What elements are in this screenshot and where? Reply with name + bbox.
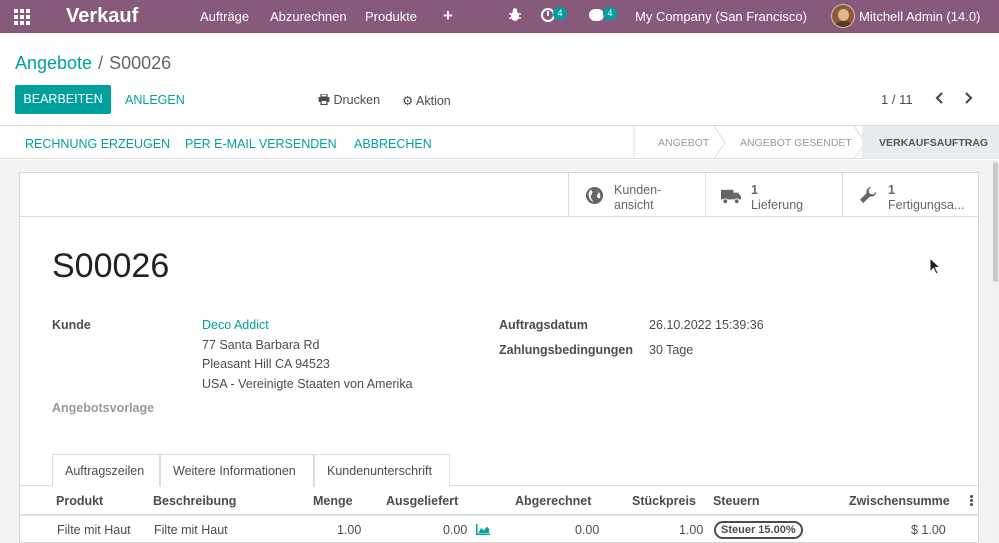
breadcrumb: Angebote / S00026 xyxy=(15,53,171,74)
top-navbar: Verkauf Aufträge Abzurechnen Produkte + … xyxy=(0,0,999,33)
cell-description: Filte mit Haut xyxy=(154,523,228,537)
breadcrumb-quotations-link[interactable]: Angebote xyxy=(15,53,92,73)
cell-unit-price: 1.00 xyxy=(679,523,704,537)
quotation-template-label: Angebotsvorlage xyxy=(52,401,155,415)
quick-create-plus-icon[interactable]: + xyxy=(443,6,453,26)
smart-button-box: Kunden- ansicht 1 Lieferung 1 Fertigungs… xyxy=(20,173,978,217)
column-taxes[interactable]: Steuern xyxy=(713,494,760,508)
scrollbar-thumb[interactable] xyxy=(993,162,998,282)
user-avatar[interactable] xyxy=(831,4,855,28)
customer-label: Kunde xyxy=(52,318,91,332)
delivery-count: 1 xyxy=(751,183,758,197)
form-sheet: Kunden- ansicht 1 Lieferung 1 Fertigungs… xyxy=(19,172,979,543)
customer-link[interactable]: Deco Addict xyxy=(202,318,269,332)
address-line-3: USA - Vereinigte Staaten von Amerika xyxy=(202,377,413,391)
menu-products[interactable]: Produkte xyxy=(365,9,417,24)
apps-menu-icon[interactable] xyxy=(14,9,32,25)
pager-next-chevron-right-icon[interactable] xyxy=(962,91,974,105)
order-date-value: 26.10.2022 15:39:36 xyxy=(649,318,764,332)
cell-invoiced: 0.00 xyxy=(575,523,600,537)
stage-quotation[interactable]: ANGEBOT xyxy=(658,137,709,149)
globe-icon xyxy=(585,186,604,205)
payment-terms-value: 30 Tage xyxy=(649,343,694,357)
cell-quantity: 1.00 xyxy=(337,523,362,537)
edit-button[interactable]: BEARBEITEN xyxy=(15,85,111,114)
cell-delivered: 0.00 xyxy=(443,523,468,537)
action-label: Aktion xyxy=(416,94,451,108)
tab-order-lines[interactable]: Auftragszeilen xyxy=(52,454,160,487)
cell-subtotal: $ 1.00 xyxy=(911,523,946,537)
table-row[interactable]: Filte mit Haut Filte mit Haut 1.00 0.00 … xyxy=(20,517,978,543)
column-delivered[interactable]: Ausgeliefert xyxy=(386,494,458,508)
pager-previous-chevron-left-icon[interactable] xyxy=(934,91,946,105)
stage-sales-order[interactable]: VERKAUFSAUFTRAG xyxy=(879,137,988,149)
activity-count-badge: 4 xyxy=(553,7,567,20)
create-invoice-button[interactable]: RECHNUNG ERZEUGEN xyxy=(25,137,170,151)
customer-preview-line2: ansicht xyxy=(614,198,654,212)
delivery-stat: 1 Lieferung xyxy=(751,183,803,213)
pager-value[interactable]: 1 / 11 xyxy=(881,92,913,107)
column-quantity[interactable]: Menge xyxy=(313,494,353,508)
truck-icon xyxy=(721,189,742,205)
debug-bug-icon[interactable] xyxy=(508,7,522,23)
manufacturing-label: Fertigungsa... xyxy=(888,198,965,212)
app-title[interactable]: Verkauf xyxy=(66,5,138,28)
customer-preview-button[interactable]: Kunden- ansicht xyxy=(568,173,705,216)
wrench-icon xyxy=(859,186,877,204)
customer-preview-line1: Kunden- xyxy=(614,183,662,197)
tab-customer-signature[interactable]: Kundenunterschrift xyxy=(314,454,450,487)
status-header: RECHNUNG ERZEUGEN PER E-MAIL VERSENDEN A… xyxy=(0,125,999,159)
column-product[interactable]: Produkt xyxy=(56,494,103,508)
column-subtotal[interactable]: Zwischensumme xyxy=(849,494,950,508)
menu-orders[interactable]: Aufträge xyxy=(200,9,249,24)
tax-badge: Steuer 15.00% xyxy=(714,521,803,539)
print-label: Drucken xyxy=(333,93,381,107)
breadcrumb-separator: / xyxy=(98,53,104,73)
messages-chat-icon[interactable] xyxy=(589,9,604,21)
manufacturing-button[interactable]: 1 Fertigungsa... xyxy=(842,173,978,216)
column-description[interactable]: Beschreibung xyxy=(153,494,236,508)
address-line-1: 77 Santa Barbara Rd xyxy=(202,338,320,352)
send-by-email-button[interactable]: PER E-MAIL VERSENDEN xyxy=(185,137,337,151)
stage-divider xyxy=(633,126,635,159)
gear-icon: ⚙ xyxy=(402,94,414,108)
manufacturing-count: 1 xyxy=(888,183,895,197)
printer-icon xyxy=(318,93,330,106)
cancel-button[interactable]: ABBRECHEN xyxy=(354,137,432,151)
manufacturing-stat: 1 Fertigungsa... xyxy=(888,183,964,213)
forecast-area-chart-icon[interactable] xyxy=(476,524,490,535)
address-line-2: Pleasant Hill CA 94523 xyxy=(202,357,330,371)
action-dropdown[interactable]: ⚙ Aktion xyxy=(402,93,451,108)
optional-columns-kebab-icon[interactable] xyxy=(970,495,973,507)
breadcrumb-current: S00026 xyxy=(109,53,172,73)
column-unit-price[interactable]: Stückpreis xyxy=(632,494,696,508)
cell-product: Filte mit Haut xyxy=(57,523,131,537)
company-switcher[interactable]: My Company (San Francisco) xyxy=(635,9,807,24)
delivery-label: Lieferung xyxy=(751,198,804,212)
tab-other-info[interactable]: Weitere Informationen xyxy=(160,454,314,487)
payment-terms-label: Zahlungsbedingungen xyxy=(499,343,634,357)
column-invoiced[interactable]: Abgerechnet xyxy=(515,494,591,508)
order-lines-header: Produkt Beschreibung Menge Ausgeliefert … xyxy=(20,487,978,516)
print-dropdown[interactable]: Drucken xyxy=(318,93,380,107)
stage-arrow-divider xyxy=(714,126,726,159)
menu-to-invoice[interactable]: Abzurechnen xyxy=(270,9,347,24)
delivery-button[interactable]: 1 Lieferung xyxy=(705,173,842,216)
create-button[interactable]: ANLEGEN xyxy=(125,93,185,107)
mouse-pointer-icon xyxy=(929,257,941,275)
message-count-badge: 4 xyxy=(603,7,617,20)
stage-quotation-sent[interactable]: ANGEBOT GESENDET xyxy=(740,137,852,149)
user-menu[interactable]: Mitchell Admin (14.0) xyxy=(859,9,980,24)
customer-preview-label: Kunden- ansicht xyxy=(614,183,661,213)
order-date-label: Auftragsdatum xyxy=(499,318,588,332)
record-title: S00026 xyxy=(52,247,170,285)
